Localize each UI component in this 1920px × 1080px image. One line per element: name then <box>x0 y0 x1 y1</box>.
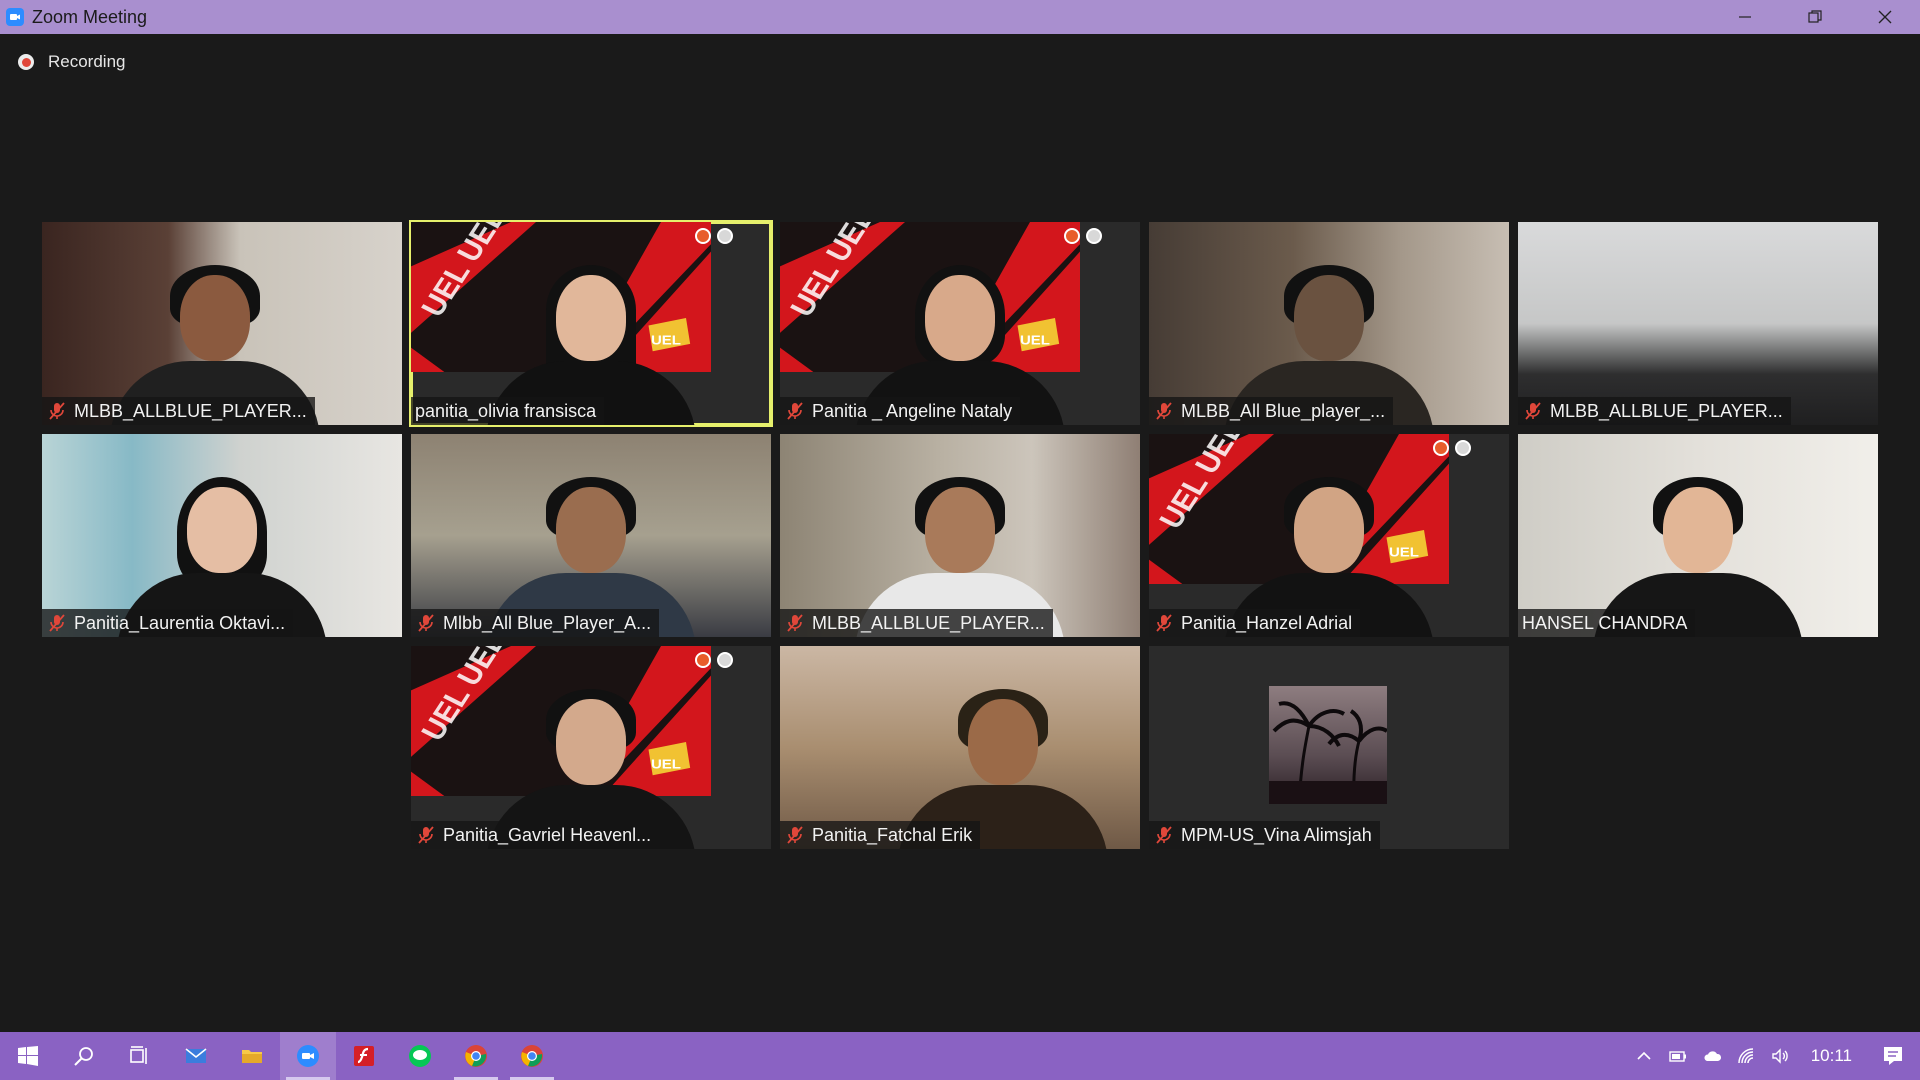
reaction-icon <box>1455 440 1471 456</box>
task-view-button[interactable] <box>112 1032 168 1080</box>
participant-name-tag: Panitia_Gavriel Heavenl... <box>411 821 660 849</box>
mic-muted-icon <box>1153 400 1175 422</box>
participant-name-tag: MPM-US_Vina Alimsjah <box>1149 821 1380 849</box>
participant-video-tile[interactable]: MLBB_ALLBLUE_PLAYER... <box>780 434 1140 637</box>
reaction-icon <box>1064 228 1080 244</box>
participant-video-tile[interactable]: MLBB_ALLBLUE_PLAYER... <box>1518 222 1878 425</box>
participant-video-tile[interactable]: MLBB_All Blue_player_... <box>1149 222 1509 425</box>
mail-icon <box>185 1048 207 1063</box>
reaction-icon <box>1433 440 1449 456</box>
volume-button[interactable] <box>1763 1032 1797 1080</box>
reaction-icon <box>717 228 733 244</box>
mic-muted-icon <box>1153 612 1175 634</box>
participant-avatar <box>1269 686 1387 804</box>
chrome-icon <box>521 1045 543 1067</box>
recording-label: Recording <box>48 52 126 71</box>
zoom-icon <box>297 1045 319 1067</box>
participant-video <box>1518 434 1878 637</box>
participant-video-tile-active-speaker[interactable]: panitia_olivia fransisca <box>409 220 773 427</box>
network-button[interactable] <box>1729 1032 1763 1080</box>
taskbar-clock[interactable]: 10:11 <box>1797 1046 1866 1066</box>
participant-video-tile[interactable]: Panitia_Gavriel Heavenl... <box>411 646 771 849</box>
system-tray: 10:11 <box>1627 1032 1920 1080</box>
mic-muted-icon <box>784 824 806 846</box>
mic-muted-icon <box>415 612 437 634</box>
participant-name-tag: MLBB_ALLBLUE_PLAYER... <box>1518 397 1791 425</box>
participant-video <box>411 434 771 637</box>
windows-icon <box>18 1046 38 1066</box>
restore-button[interactable] <box>1780 0 1850 34</box>
battery-button[interactable] <box>1661 1032 1695 1080</box>
participant-video-tile[interactable]: Panitia_Laurentia Oktavi... <box>42 434 402 637</box>
flash-icon <box>354 1046 374 1066</box>
chrome-icon <box>465 1045 487 1067</box>
mic-muted-icon <box>784 612 806 634</box>
taskbar-zoom[interactable] <box>280 1032 336 1080</box>
cloud-icon <box>1704 1051 1721 1061</box>
reaction-icon <box>1086 228 1102 244</box>
show-hidden-icons-button[interactable] <box>1627 1032 1661 1080</box>
participant-name-tag: Panitia _ Angeline Nataly <box>780 397 1021 425</box>
participant-video <box>42 434 402 637</box>
participant-name-tag: Mlbb_All Blue_Player_A... <box>411 609 660 637</box>
windows-taskbar: 10:11 <box>0 1032 1920 1080</box>
participant-video-tile[interactable]: MLBB_ALLBLUE_PLAYER... <box>42 222 402 425</box>
participant-video-tile[interactable]: Panitia_Hanzel Adrial <box>1149 434 1509 637</box>
mic-muted-icon <box>46 612 68 634</box>
minimize-button[interactable] <box>1710 0 1780 34</box>
participant-video <box>1149 222 1509 425</box>
action-center-button[interactable] <box>1866 1032 1920 1080</box>
participant-video-tile[interactable]: Mlbb_All Blue_Player_A... <box>411 434 771 637</box>
taskbar-line[interactable] <box>392 1032 448 1080</box>
task-view-icon <box>130 1046 147 1064</box>
participant-name-tag: HANSEL CHANDRA <box>1518 609 1696 637</box>
mic-muted-icon <box>1153 824 1175 846</box>
taskbar-chrome[interactable] <box>448 1032 504 1080</box>
folder-icon <box>242 1050 262 1063</box>
mic-muted-icon <box>784 400 806 422</box>
participant-video-tile[interactable]: Panitia _ Angeline Nataly <box>780 222 1140 425</box>
participant-video <box>780 646 1140 849</box>
participant-video <box>1518 222 1878 425</box>
participant-name-tag: Panitia_Fatchal Erik <box>780 821 981 849</box>
participant-name-tag: MLBB_All Blue_player_... <box>1149 397 1394 425</box>
recording-icon <box>18 54 34 70</box>
search-button[interactable] <box>56 1032 112 1080</box>
onedrive-button[interactable] <box>1695 1032 1729 1080</box>
participant-name-tag: MLBB_ALLBLUE_PLAYER... <box>780 609 1053 637</box>
mic-muted-icon <box>1522 400 1544 422</box>
taskbar-file-explorer[interactable] <box>224 1032 280 1080</box>
line-app-icon <box>409 1045 431 1067</box>
participant-name-tag: MLBB_ALLBLUE_PLAYER... <box>42 397 315 425</box>
search-icon <box>74 1047 93 1066</box>
participant-video <box>42 222 402 425</box>
participant-name-tag: Panitia_Hanzel Adrial <box>1149 609 1361 637</box>
palm-tree-image <box>1269 701 1387 804</box>
mic-muted-icon <box>46 400 68 422</box>
chevron-up-icon <box>1637 1051 1651 1060</box>
participant-video <box>780 434 1140 637</box>
window-title: Zoom Meeting <box>32 6 148 27</box>
participant-name-tag: Panitia_Laurentia Oktavi... <box>42 609 294 637</box>
recording-indicator[interactable]: Recording <box>18 52 126 72</box>
start-button[interactable] <box>0 1032 56 1080</box>
taskbar-chrome-2[interactable] <box>504 1032 560 1080</box>
notification-icon <box>1884 1047 1902 1065</box>
taskbar-flash[interactable] <box>336 1032 392 1080</box>
participant-video-tile-off[interactable]: MPM-US_Vina Alimsjah <box>1149 646 1509 849</box>
title-bar: Zoom Meeting <box>0 0 1920 34</box>
battery-icon <box>1669 1051 1686 1062</box>
wifi-icon <box>1737 1048 1753 1064</box>
taskbar-mail[interactable] <box>168 1032 224 1080</box>
reaction-icon <box>695 228 711 244</box>
mic-muted-icon <box>415 824 437 846</box>
participant-name-tag: panitia_olivia fransisca <box>411 397 605 425</box>
reaction-icon <box>695 652 711 668</box>
speaker-icon <box>1772 1048 1788 1064</box>
zoom-app-icon <box>6 8 24 26</box>
reaction-icon <box>717 652 733 668</box>
participant-video-tile[interactable]: Panitia_Fatchal Erik <box>780 646 1140 849</box>
close-button[interactable] <box>1850 0 1920 34</box>
participant-video-tile[interactable]: HANSEL CHANDRA <box>1518 434 1878 637</box>
